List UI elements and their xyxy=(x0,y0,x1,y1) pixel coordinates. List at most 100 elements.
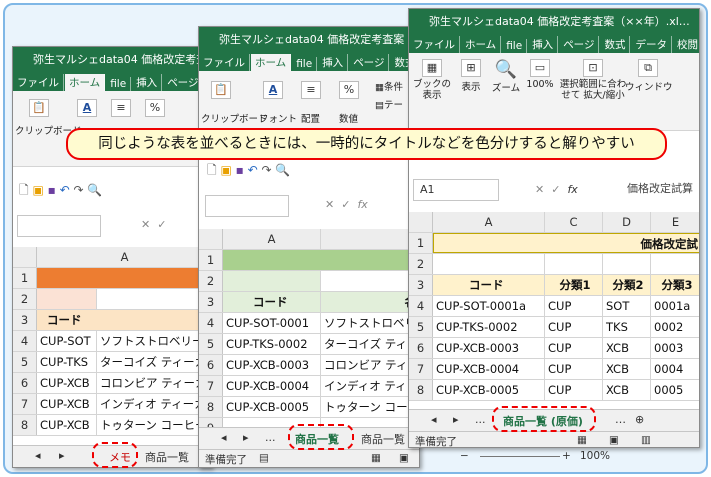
row-number[interactable]: 4 xyxy=(409,296,433,316)
scroll-left-icon[interactable]: ◂ xyxy=(431,413,437,426)
cell[interactable]: XCB xyxy=(603,338,651,358)
cell[interactable]: XCB xyxy=(603,380,651,400)
cell[interactable]: CUP xyxy=(545,359,603,379)
column-header-a[interactable]: A xyxy=(223,229,321,249)
normal-view-icon[interactable]: ▦ xyxy=(577,434,587,446)
window-button[interactable]: ⧉ ウィンドウ xyxy=(625,59,673,93)
row-number[interactable]: 2 xyxy=(199,271,223,291)
cell[interactable]: CUP-XCB-0003 xyxy=(433,338,545,358)
corner-cell[interactable] xyxy=(409,212,433,232)
cell[interactable]: CUP-XCB-0005 xyxy=(433,380,545,400)
sheet-grid[interactable]: A C D E 1 価格改定試 2 3 コード 分類1 分類2 分類3 4 CU… xyxy=(409,212,699,401)
enter-icon[interactable]: ✓ xyxy=(157,218,166,231)
tab-formula[interactable]: 数式 xyxy=(600,36,631,53)
undo-icon[interactable]: ↶ xyxy=(60,183,70,197)
cell[interactable]: 0002 xyxy=(651,317,699,337)
row-number[interactable]: 1 xyxy=(13,268,37,288)
column-header-b[interactable] xyxy=(321,229,419,249)
title-cell-yellow[interactable]: 価格改定試 xyxy=(433,233,699,253)
cell[interactable]: コロンビア ティ xyxy=(321,355,419,375)
title-cell-green[interactable] xyxy=(223,250,419,270)
zoom-slider[interactable] xyxy=(480,456,560,457)
header-cell-code[interactable]: コード xyxy=(223,292,321,312)
preview-icon[interactable]: 🔍 xyxy=(275,163,290,177)
tab-data[interactable]: データ xyxy=(631,36,672,53)
row-number[interactable]: 8 xyxy=(199,397,223,417)
row-number[interactable]: 3 xyxy=(199,292,223,312)
cell[interactable]: インディオ ティ xyxy=(321,376,419,396)
scroll-left-icon[interactable]: ◂ xyxy=(35,449,41,462)
name-box[interactable] xyxy=(205,195,289,217)
align-button[interactable]: ≡ xyxy=(111,99,131,117)
sheet-tab-products[interactable]: 商品一覧 xyxy=(145,449,189,465)
paste-button[interactable]: 📋 xyxy=(29,99,49,117)
title-cell-orange[interactable] xyxy=(37,268,211,288)
tab-file2[interactable]: file xyxy=(502,39,528,53)
tab-insert[interactable]: 挿入 xyxy=(132,74,163,91)
header-cell-code[interactable]: コード xyxy=(433,275,545,295)
row-number[interactable]: 8 xyxy=(13,415,37,435)
open-icon[interactable]: ▣ xyxy=(32,183,43,197)
cell[interactable] xyxy=(433,254,545,274)
more-sheets-icon[interactable]: … xyxy=(615,413,626,426)
cell[interactable]: CUP xyxy=(545,338,603,358)
cancel-icon[interactable]: ✕ xyxy=(535,183,544,196)
tab-home[interactable]: ホーム xyxy=(251,54,292,71)
cell[interactable]: CUP-XCB xyxy=(37,415,97,435)
new-icon[interactable]: 🗋 xyxy=(207,163,217,177)
more-sheets-icon[interactable]: ... xyxy=(475,413,486,426)
open-icon[interactable]: ▣ xyxy=(220,163,231,177)
row-number[interactable]: 5 xyxy=(13,352,37,372)
enter-icon[interactable]: ✓ xyxy=(551,183,560,196)
row-number[interactable]: 1 xyxy=(199,250,223,270)
page-layout-icon[interactable]: ▣ xyxy=(609,434,619,446)
cell[interactable]: CUP xyxy=(545,296,603,316)
cell[interactable]: トゥターン コーヒーカ xyxy=(97,415,211,435)
cell[interactable]: CUP xyxy=(545,317,603,337)
cell[interactable] xyxy=(651,254,699,274)
cell[interactable]: CUP-XCB xyxy=(37,394,97,414)
column-header-a[interactable]: A xyxy=(433,212,545,232)
align-button[interactable]: ≡ xyxy=(301,81,321,99)
cell[interactable]: CUP-SOT-0001 xyxy=(223,313,321,333)
undo-icon[interactable]: ↶ xyxy=(248,163,258,177)
save-icon[interactable]: ▪ xyxy=(48,183,56,197)
page-break-icon[interactable]: ▥ xyxy=(641,434,651,446)
row-number[interactable]: 4 xyxy=(13,331,37,351)
name-box[interactable]: A1 xyxy=(413,179,499,201)
zoom-in-icon[interactable]: + xyxy=(562,450,571,462)
tab-page[interactable]: ページ xyxy=(349,54,390,71)
column-header-e[interactable]: E xyxy=(651,212,699,232)
number-button[interactable]: % xyxy=(339,81,359,99)
row-number[interactable]: 2 xyxy=(409,254,433,274)
cell[interactable]: CUP-TKS-0002 xyxy=(433,317,545,337)
tab-file[interactable]: ファイル xyxy=(199,54,250,71)
cell[interactable]: TKS xyxy=(603,317,651,337)
cell[interactable] xyxy=(97,289,211,309)
sheet-tab-products[interactable]: 商品一覧 xyxy=(361,431,405,447)
sheet-grid[interactable]: A 1 2 3 コード 4 CUP-SOT ソフトストロベリーティ 5 CUP-… xyxy=(13,247,211,436)
zoom-button[interactable]: 🔍 ズーム xyxy=(489,59,523,94)
sheet-grid[interactable]: A 1 2 3 コード 名 4 CUP-SOT-0001 ソフトストロベリ 5 … xyxy=(199,229,419,439)
cell[interactable]: コロンビア ティーカ xyxy=(97,373,211,393)
cell[interactable]: ターコイズ ティーカ xyxy=(97,352,211,372)
column-header-c[interactable]: C xyxy=(545,212,603,232)
cell[interactable] xyxy=(603,254,651,274)
cell[interactable]: インディオ ティーカ xyxy=(97,394,211,414)
name-box[interactable] xyxy=(17,215,101,237)
row-number[interactable]: 1 xyxy=(409,233,433,253)
row-number[interactable]: 6 xyxy=(409,338,433,358)
macro-record-icon[interactable]: ▤ xyxy=(259,452,269,464)
corner-cell[interactable] xyxy=(199,229,223,249)
preview-icon[interactable]: 🔍 xyxy=(87,183,102,197)
cell[interactable]: ターコイズ ティ xyxy=(321,334,419,354)
conditional-format-button[interactable]: ▦条件 xyxy=(375,79,403,93)
tab-insert[interactable]: 挿入 xyxy=(528,36,559,53)
header-cell-code[interactable]: コード xyxy=(37,310,211,330)
cell[interactable] xyxy=(321,271,419,291)
row-number[interactable]: 3 xyxy=(13,310,37,330)
redo-icon[interactable]: ↷ xyxy=(262,163,272,177)
cell[interactable]: CUP-SOT-0001a xyxy=(433,296,545,316)
zoom-100-button[interactable]: ▭ 100% xyxy=(523,59,557,90)
column-header-a[interactable]: A xyxy=(37,247,211,267)
